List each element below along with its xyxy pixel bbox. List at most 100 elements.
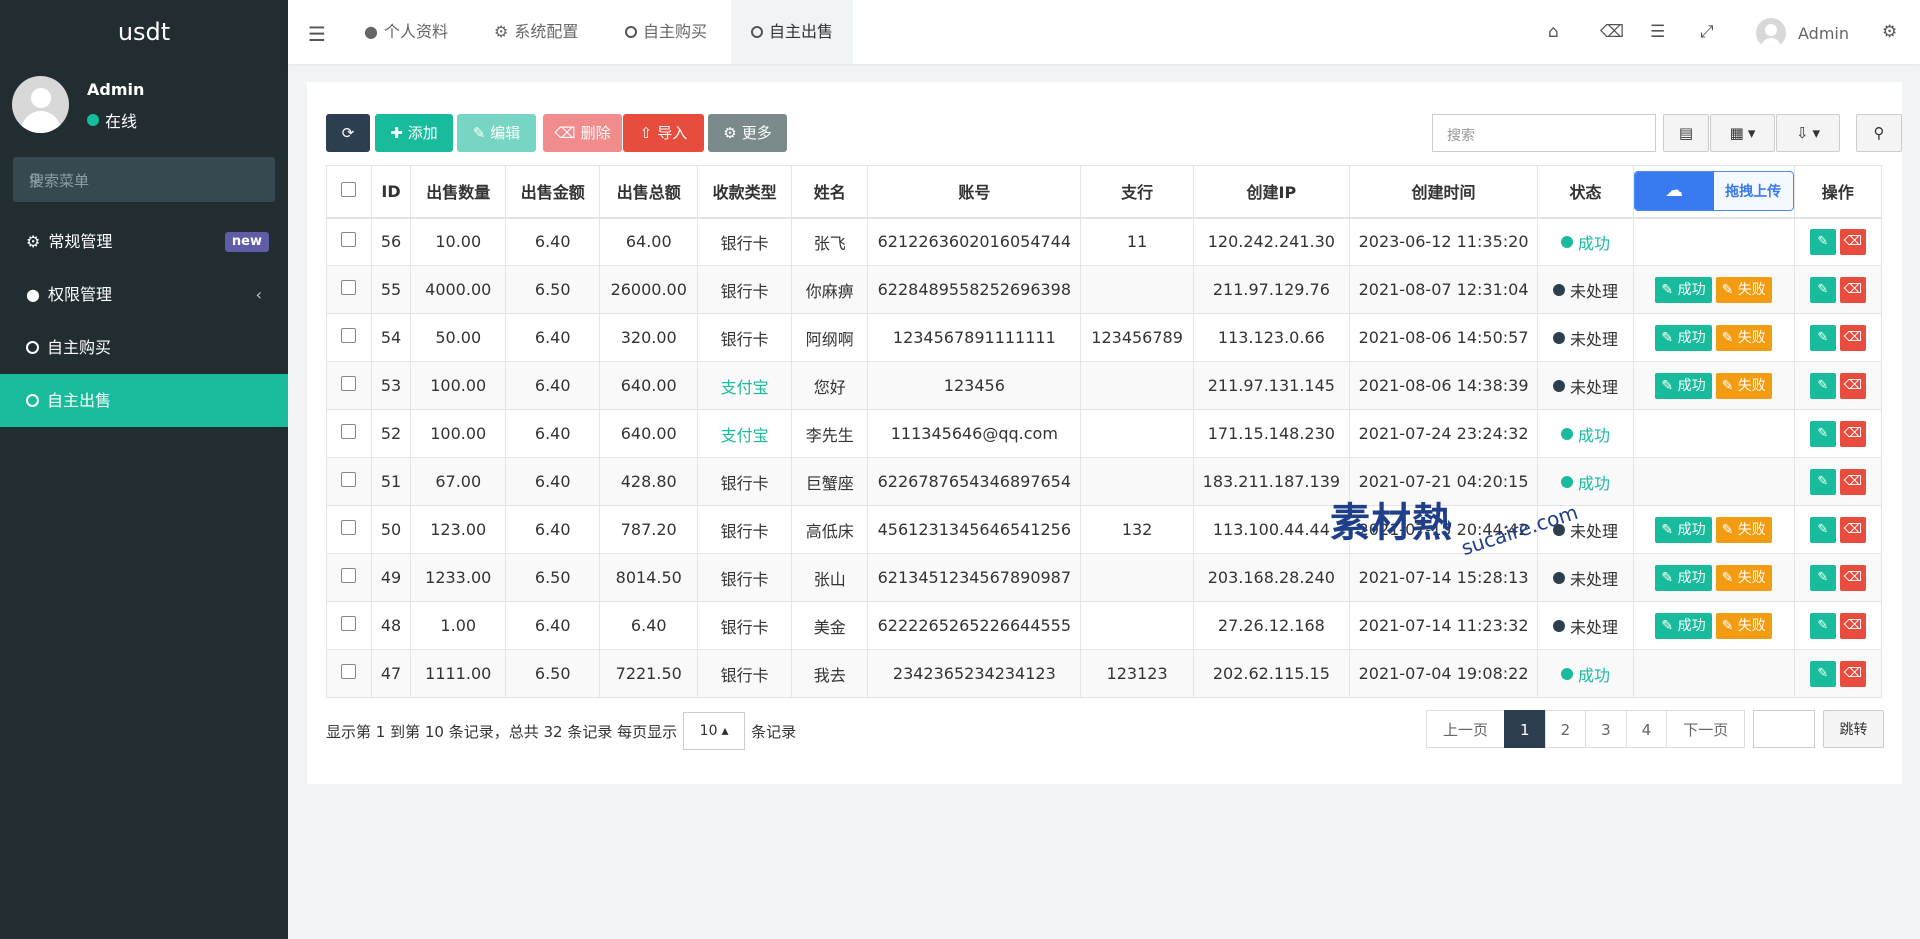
row-select-cell[interactable] — [326, 409, 372, 458]
menu-toggle-icon[interactable]: ☰ — [308, 22, 326, 46]
advanced-search-button[interactable]: ⚲ — [1856, 114, 1902, 152]
sidebar-item-general[interactable]: ⚙ 常规管理 new — [0, 215, 288, 268]
row-delete-button[interactable]: ⌫ — [1839, 516, 1866, 543]
row-select-cell[interactable] — [326, 505, 372, 554]
row-select-cell[interactable] — [326, 649, 372, 698]
row-select-cell[interactable] — [326, 265, 372, 314]
row-edit-button[interactable]: ✎ — [1809, 468, 1836, 495]
col-header[interactable]: 创建时间 — [1348, 165, 1539, 219]
more-button[interactable]: ⚙ 更多 — [708, 114, 787, 152]
col-header[interactable]: 创建IP — [1192, 165, 1350, 219]
table-row[interactable]: 54 50.00 6.40 320.00 银行卡 阿纲啊 1234567891111111 1… — [326, 313, 1883, 362]
tab-sell[interactable]: 自主出售 — [731, 0, 854, 64]
mark-success-button[interactable]: ✎ 成功 — [1655, 276, 1712, 303]
drag-upload-button[interactable]: ☁ 拖拽上传 — [1633, 171, 1794, 212]
sidebar-item-sell[interactable]: 自主出售 — [0, 374, 288, 427]
col-header[interactable]: 姓名 — [791, 165, 869, 219]
tab-buy[interactable]: 自主购买 — [605, 0, 727, 64]
row-select-cell[interactable] — [326, 553, 372, 602]
trash-icon[interactable]: ⌫ — [1600, 22, 1624, 42]
sidebar-item-buy[interactable]: 自主购买 — [0, 321, 288, 374]
mark-fail-button[interactable]: ✎ 失败 — [1715, 612, 1772, 639]
table-row[interactable]: 56 10.00 6.40 64.00 银行卡 张飞 6212263602016054744… — [326, 217, 1883, 266]
row-checkbox[interactable] — [341, 376, 357, 391]
table-row[interactable]: 49 1233.00 6.50 8014.50 银行卡 张山 621345123456789… — [326, 553, 1883, 602]
row-edit-button[interactable]: ✎ — [1809, 324, 1836, 351]
jump-button[interactable]: 跳转 — [1823, 710, 1884, 748]
tab-system-config[interactable]: ⚙ 系统配置 — [474, 0, 598, 64]
row-select-cell[interactable] — [326, 601, 372, 650]
col-header[interactable]: 账号 — [867, 165, 1082, 219]
table-row[interactable]: 55 4000.00 6.50 26000.00 银行卡 你麻痹 6228489558252… — [326, 265, 1883, 314]
row-select-cell[interactable] — [326, 313, 372, 362]
next-page-button[interactable]: 下一页 — [1666, 710, 1746, 748]
row-select-cell[interactable] — [326, 457, 372, 506]
delete-button[interactable]: ⌫ 删除 — [543, 114, 622, 152]
row-checkbox[interactable] — [341, 616, 357, 631]
mark-success-button[interactable]: ✎ 成功 — [1655, 324, 1712, 351]
select-all-cell[interactable] — [326, 165, 372, 219]
col-header[interactable]: 状态 — [1537, 165, 1634, 219]
table-row[interactable]: 48 1.00 6.40 6.40 银行卡 美金 6222265265226644555 27… — [326, 601, 1883, 650]
settings-icon[interactable]: ⚙ — [1882, 22, 1897, 42]
toggle-view-button[interactable]: ▤ — [1663, 114, 1709, 152]
row-edit-button[interactable]: ✎ — [1809, 516, 1836, 543]
edit-button[interactable]: ✎ 编辑 — [457, 114, 536, 152]
row-select-cell[interactable] — [326, 217, 372, 266]
row-checkbox[interactable] — [341, 472, 357, 487]
page-4-button[interactable]: 4 — [1625, 710, 1668, 748]
mark-fail-button[interactable]: ✎ 失败 — [1715, 516, 1772, 543]
row-delete-button[interactable]: ⌫ — [1839, 228, 1866, 255]
row-edit-button[interactable]: ✎ — [1809, 660, 1836, 687]
row-select-cell[interactable] — [326, 361, 372, 410]
search-input[interactable]: 搜索 — [1432, 114, 1656, 152]
row-delete-button[interactable]: ⌫ — [1839, 372, 1866, 399]
mark-fail-button[interactable]: ✎ 失败 — [1715, 324, 1772, 351]
language-icon[interactable]: ☰ — [1650, 22, 1665, 42]
row-edit-button[interactable]: ✎ — [1809, 228, 1836, 255]
row-delete-button[interactable]: ⌫ — [1839, 468, 1866, 495]
mark-success-button[interactable]: ✎ 成功 — [1655, 564, 1712, 591]
mark-fail-button[interactable]: ✎ 失败 — [1715, 372, 1772, 399]
col-header[interactable]: 出售金额 — [505, 165, 601, 219]
table-row[interactable]: 53 100.00 6.40 640.00 支付宝 您好 123456 211.97.131.… — [326, 361, 1883, 410]
fullscreen-icon[interactable]: ⤢ — [1700, 22, 1714, 42]
row-checkbox[interactable] — [341, 424, 357, 439]
row-checkbox[interactable] — [341, 520, 357, 535]
row-checkbox[interactable] — [341, 664, 357, 679]
page-size-select[interactable]: 10 ▴ — [683, 712, 746, 750]
col-header[interactable]: 出售数量 — [410, 165, 507, 219]
col-header[interactable]: ID — [370, 165, 412, 219]
row-edit-button[interactable]: ✎ — [1809, 420, 1836, 447]
mark-success-button[interactable]: ✎ 成功 — [1655, 372, 1712, 399]
col-header[interactable]: 收款类型 — [697, 165, 793, 219]
search-icon[interactable]: ⚲ — [29, 170, 259, 189]
row-delete-button[interactable]: ⌫ — [1839, 324, 1866, 351]
row-checkbox[interactable] — [341, 232, 357, 248]
table-row[interactable]: 50 123.00 6.40 787.20 银行卡 高低床 4561231345646541… — [326, 505, 1883, 554]
tab-profile[interactable]: ● 个人资料 — [344, 0, 468, 64]
select-all-checkbox[interactable] — [341, 181, 357, 197]
prev-page-button[interactable]: 上一页 — [1426, 710, 1506, 748]
import-button[interactable]: ⇧ 导入 — [623, 114, 704, 152]
mark-success-button[interactable]: ✎ 成功 — [1655, 612, 1712, 639]
mark-success-button[interactable]: ✎ 成功 — [1655, 516, 1712, 543]
page-2-button[interactable]: 2 — [1544, 710, 1587, 748]
mark-fail-button[interactable]: ✎ 失败 — [1715, 276, 1772, 303]
mark-fail-button[interactable]: ✎ 失败 — [1715, 564, 1772, 591]
row-delete-button[interactable]: ⌫ — [1839, 420, 1866, 447]
home-icon[interactable]: ⌂ — [1548, 22, 1559, 42]
refresh-button[interactable]: ⟳ — [326, 114, 370, 152]
header-user-menu[interactable]: Admin — [1756, 18, 1849, 48]
row-delete-button[interactable]: ⌫ — [1839, 612, 1866, 639]
row-edit-button[interactable]: ✎ — [1809, 372, 1836, 399]
row-delete-button[interactable]: ⌫ — [1839, 276, 1866, 303]
columns-button[interactable]: ▦ ▾ — [1710, 114, 1775, 152]
table-row[interactable]: 52 100.00 6.40 640.00 支付宝 李先生 111345646@qq.com… — [326, 409, 1883, 458]
row-checkbox[interactable] — [341, 568, 357, 583]
row-delete-button[interactable]: ⌫ — [1839, 564, 1866, 591]
row-edit-button[interactable]: ✎ — [1809, 612, 1836, 639]
row-edit-button[interactable]: ✎ — [1809, 276, 1836, 303]
jump-page-input[interactable] — [1753, 710, 1815, 748]
col-header[interactable]: 出售总额 — [599, 165, 699, 219]
